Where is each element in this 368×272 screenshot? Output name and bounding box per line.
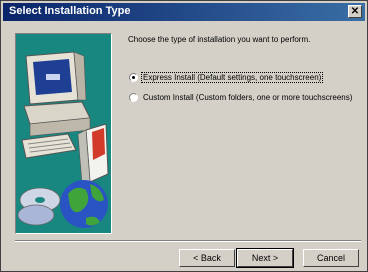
globe-icon: [60, 180, 108, 228]
cd-icon: [17, 187, 61, 226]
setup-illustration: [15, 33, 112, 234]
custom-install-option[interactable]: Custom Install (Custom folders, one or m…: [129, 91, 353, 103]
close-icon: ✕: [350, 6, 360, 17]
title-bar[interactable]: Select Installation Type ✕: [3, 3, 365, 21]
custom-install-radio[interactable]: [129, 92, 138, 102]
installation-dialog: Select Installation Type ✕ Choose the ty…: [0, 0, 368, 272]
express-install-option[interactable]: Express Install (Default settings, one t…: [129, 71, 324, 83]
next-button[interactable]: Next >: [236, 248, 294, 268]
close-button[interactable]: ✕: [348, 5, 362, 18]
cancel-button[interactable]: Cancel: [303, 249, 359, 267]
instruction-text: Choose the type of installation you want…: [128, 35, 311, 44]
express-install-radio[interactable]: [129, 72, 138, 82]
back-button[interactable]: < Back: [179, 249, 235, 267]
window-title: Select Installation Type: [9, 5, 131, 17]
express-install-label[interactable]: Express Install (Default settings, one t…: [140, 71, 324, 83]
computer-icon: [21, 51, 109, 185]
custom-install-label[interactable]: Custom Install (Custom folders, one or m…: [142, 93, 353, 102]
separator: [15, 240, 361, 242]
